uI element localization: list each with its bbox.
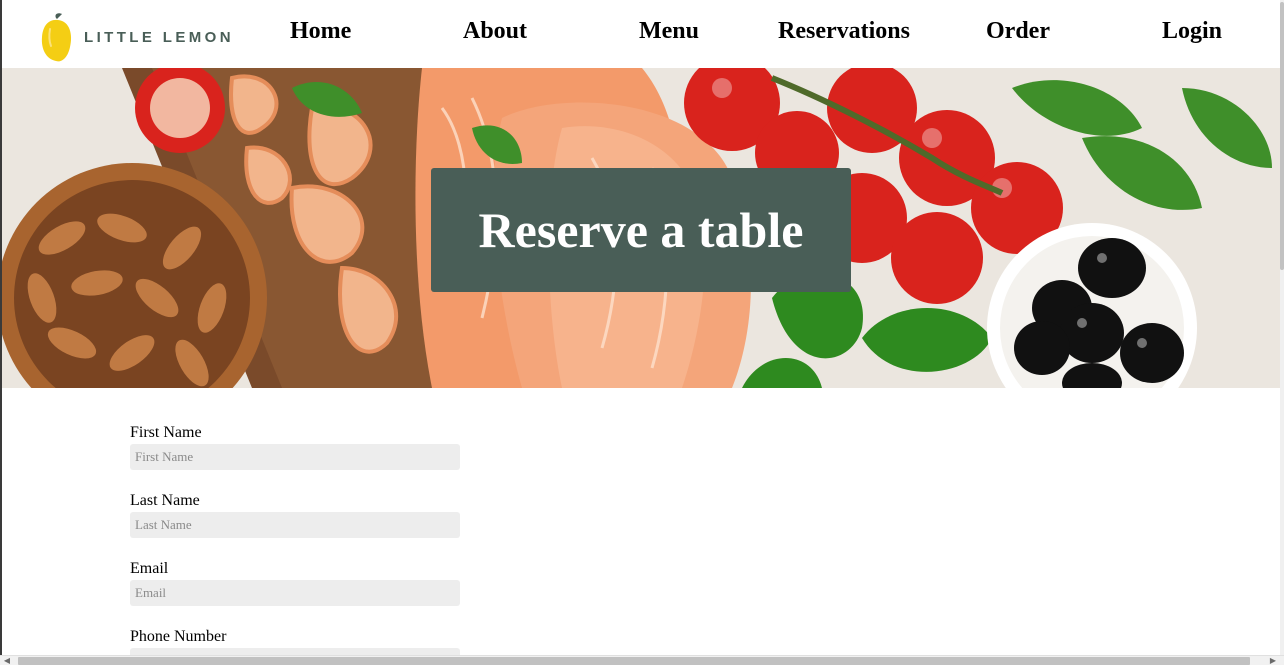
- last-name-input[interactable]: [130, 512, 460, 538]
- lemon-icon: [41, 13, 72, 62]
- scroll-right-icon[interactable]: ▶: [1268, 656, 1278, 665]
- brand-name: LITTLE LEMON: [84, 28, 234, 46]
- first-name-input[interactable]: [130, 444, 460, 470]
- last-name-field: Last Name: [130, 492, 460, 538]
- horizontal-scrollbar-thumb[interactable]: [18, 657, 1250, 665]
- nav-order[interactable]: Order: [986, 18, 1050, 45]
- vertical-scrollbar-thumb[interactable]: [1280, 2, 1284, 270]
- last-name-label: Last Name: [130, 492, 200, 509]
- hero-title: Reserve a table: [478, 202, 804, 258]
- scroll-left-icon[interactable]: ◀: [2, 656, 12, 665]
- vertical-scrollbar[interactable]: [1280, 0, 1284, 655]
- nav-home[interactable]: Home: [290, 18, 351, 45]
- email-label: Email: [130, 560, 169, 577]
- hero-section: Reserve a table: [2, 68, 1280, 388]
- nav-reservations[interactable]: Reservations: [778, 18, 910, 45]
- little-lemon-logo[interactable]: LITTLE LEMON: [40, 11, 231, 63]
- email-field: Email: [130, 560, 460, 606]
- hero-title-banner: Reserve a table: [431, 168, 851, 292]
- nav-login[interactable]: Login: [1162, 18, 1222, 45]
- phone-number-label: Phone Number: [130, 628, 227, 645]
- site-header: LITTLE LEMON Home About Menu Reservation…: [2, 0, 1280, 68]
- first-name-label: First Name: [130, 424, 202, 441]
- email-input[interactable]: [130, 580, 460, 606]
- nav-about[interactable]: About: [463, 18, 527, 45]
- nav-menu[interactable]: Menu: [639, 18, 699, 45]
- first-name-field: First Name: [130, 424, 460, 470]
- horizontal-scrollbar[interactable]: ◀ ▶: [0, 655, 1284, 665]
